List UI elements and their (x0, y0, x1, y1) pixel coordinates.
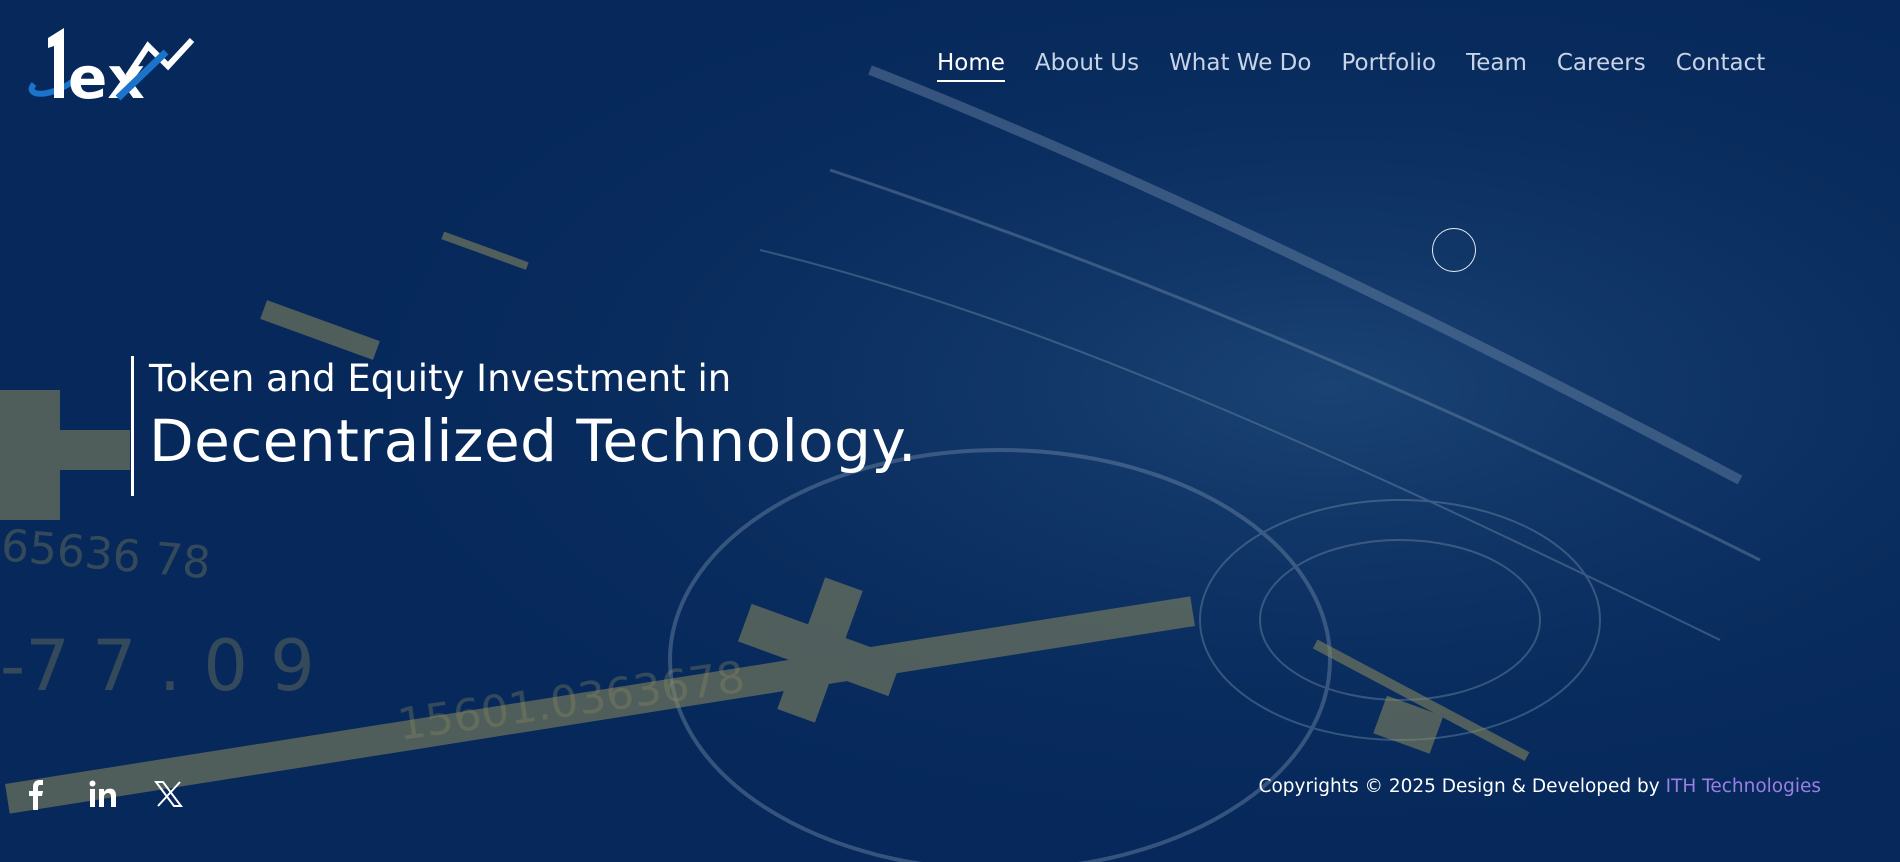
main-nav: Home About Us What We Do Portfolio Team … (922, 50, 1780, 88)
cursor-ring-icon (1432, 228, 1476, 272)
facebook-link[interactable] (16, 776, 56, 812)
linkedin-icon (89, 780, 116, 807)
nav-item-about-us[interactable]: About Us (1020, 50, 1154, 88)
svg-text:-7 7 . 0 9: -7 7 . 0 9 (0, 625, 315, 707)
nav-item-label: About Us (1034, 50, 1140, 76)
facebook-icon (29, 780, 43, 810)
nav-item-portfolio[interactable]: Portfolio (1326, 50, 1451, 88)
nav-item-label: Portfolio (1341, 50, 1437, 76)
copyright-text: Copyrights © 2025 Design & Developed by … (1259, 776, 1821, 797)
nav-item-what-we-do[interactable]: What We Do (1154, 50, 1326, 88)
nav-item-home[interactable]: Home (922, 50, 1020, 88)
active-underline (937, 80, 1005, 82)
nav-item-label: Team (1466, 50, 1527, 76)
nav-item-label: Careers (1556, 50, 1646, 76)
copyright-prefix: Copyrights © 2025 Design & Developed by (1258, 776, 1666, 797)
hero-title: Decentralized Technology. (149, 407, 917, 475)
nav-item-team[interactable]: Team (1451, 50, 1542, 88)
nav-item-contact[interactable]: Contact (1661, 50, 1780, 88)
hero-heading: Token and Equity Investment in Decentral… (131, 356, 917, 496)
x-link[interactable] (148, 776, 188, 812)
social-links (16, 776, 188, 812)
linkedin-link[interactable] (82, 776, 122, 812)
nav-item-label: What We Do (1169, 50, 1312, 76)
nav-item-label: Home (937, 50, 1005, 76)
developer-link[interactable]: ITH Technologies (1666, 776, 1821, 797)
hero-subtitle: Token and Equity Investment in (149, 357, 732, 400)
company-logo[interactable]: ex (18, 26, 198, 102)
nav-item-label: Contact (1675, 50, 1766, 76)
x-icon (154, 781, 183, 807)
nav-item-careers[interactable]: Careers (1542, 50, 1661, 88)
